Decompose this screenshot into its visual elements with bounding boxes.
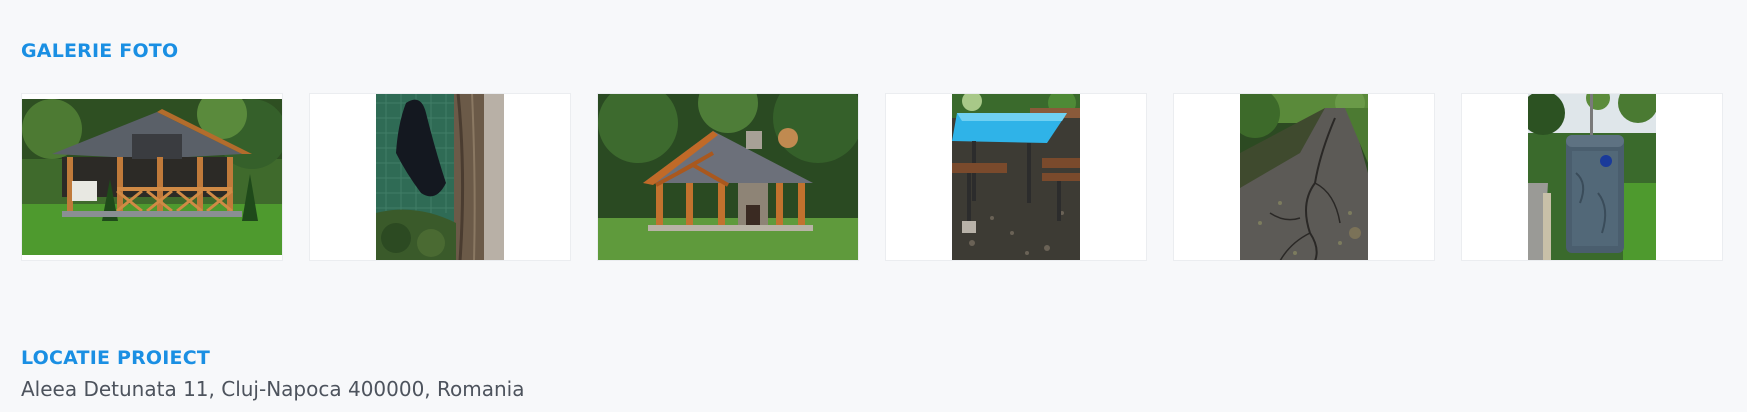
timber-pavilion-photo (598, 94, 858, 260)
gallery-title: GALERIE FOTO (21, 40, 179, 62)
gallery-thumb-1[interactable] (21, 93, 283, 261)
location-title: LOCATIE PROIECT (21, 347, 211, 369)
gallery-thumb-3[interactable] (597, 93, 859, 261)
gallery-thumb-2[interactable] (309, 93, 571, 261)
gallery-thumb-6[interactable] (1461, 93, 1723, 261)
portable-toilet-photo (1528, 94, 1656, 260)
gazebo-wooden-garden-photo (22, 99, 282, 255)
project-address: Aleea Detunata 11, Cluj-Napoca 400000, R… (21, 377, 525, 401)
torn-net-fence-photo (376, 94, 504, 260)
picnic-table-photo (952, 94, 1080, 260)
gallery-thumb-5[interactable] (1173, 93, 1435, 261)
photo-gallery (21, 93, 1723, 261)
cracked-path-photo (1240, 94, 1368, 260)
gallery-thumb-4[interactable] (885, 93, 1147, 261)
